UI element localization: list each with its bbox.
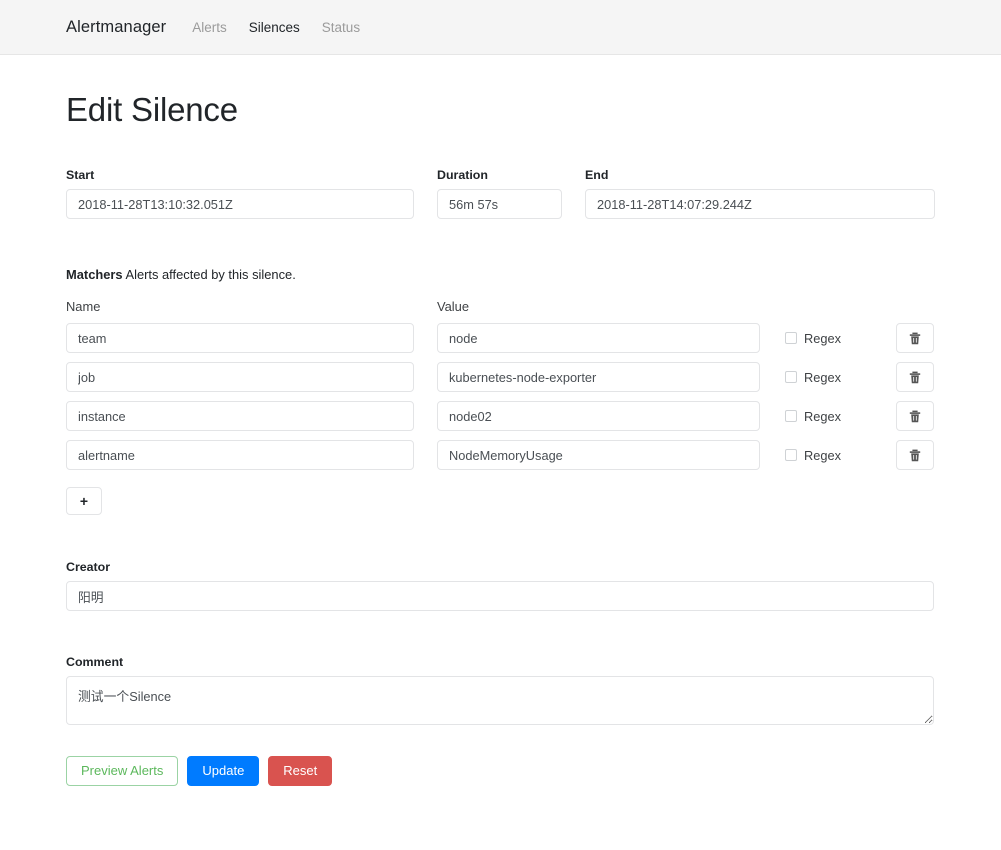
regex-checkbox[interactable]: [785, 332, 797, 344]
matcher-name-cell: [66, 401, 414, 431]
matcher-name-cell: [66, 323, 414, 353]
matcher-row: Regex: [66, 362, 935, 392]
regex-checkbox[interactable]: [785, 449, 797, 461]
trash-icon: [909, 371, 921, 383]
time-fields-row: Start Duration End: [66, 168, 935, 219]
column-header-value: Value: [437, 299, 470, 314]
end-label: End: [585, 168, 609, 182]
delete-matcher-button[interactable]: [896, 323, 934, 353]
trash-icon: [909, 449, 921, 461]
matcher-row: Regex: [66, 401, 935, 431]
trash-icon: [909, 410, 921, 422]
creator-field-group: Creator: [66, 560, 935, 611]
matcher-value-cell: [437, 440, 760, 470]
matchers-column-headers: Name Value: [66, 299, 935, 314]
comment-field-group: Comment 测试一个Silence: [66, 655, 935, 725]
matcher-row: Regex: [66, 440, 935, 470]
regex-checkbox[interactable]: [785, 410, 797, 422]
brand-title[interactable]: Alertmanager: [66, 18, 166, 37]
regex-label: Regex: [804, 447, 841, 463]
regex-toggle: Regex: [785, 409, 877, 424]
matcher-name-cell: [66, 362, 414, 392]
duration-label: Duration: [437, 168, 488, 182]
matchers-heading: Matchers Alerts affected by this silence…: [66, 267, 935, 282]
matcher-row: Regex: [66, 323, 935, 353]
start-field-group: Start: [66, 168, 414, 219]
end-field-group: End: [585, 168, 935, 219]
duration-input[interactable]: [437, 189, 562, 219]
matcher-name-input[interactable]: [66, 401, 414, 431]
regex-checkbox[interactable]: [785, 371, 797, 383]
regex-toggle: Regex: [785, 448, 877, 463]
delete-matcher-button[interactable]: [896, 401, 934, 431]
nav-link-silences[interactable]: Silences: [249, 20, 300, 35]
nav-link-status[interactable]: Status: [322, 20, 360, 35]
matcher-name-cell: [66, 440, 414, 470]
matcher-name-input[interactable]: [66, 440, 414, 470]
add-matcher-button[interactable]: +: [66, 487, 102, 515]
page-content: Edit Silence Start Duration End Matchers…: [0, 91, 1001, 786]
trash-icon: [909, 332, 921, 344]
matcher-value-input[interactable]: [437, 362, 760, 392]
creator-input[interactable]: [66, 581, 934, 611]
regex-toggle: Regex: [785, 370, 877, 385]
plus-icon: +: [79, 493, 89, 509]
nav-links: Alerts Silences Status: [192, 20, 360, 35]
regex-toggle: Regex: [785, 331, 877, 346]
preview-alerts-button[interactable]: Preview Alerts: [66, 756, 179, 786]
delete-matcher-button[interactable]: [896, 440, 934, 470]
matchers-title: Matchers: [66, 267, 123, 282]
reset-button[interactable]: Reset: [268, 756, 333, 786]
column-header-name: Name: [66, 299, 101, 314]
delete-matcher-button[interactable]: [896, 362, 934, 392]
update-button[interactable]: Update: [187, 756, 260, 786]
end-input[interactable]: [585, 189, 935, 219]
creator-label: Creator: [66, 560, 111, 574]
matcher-value-input[interactable]: [437, 401, 760, 431]
comment-textarea[interactable]: 测试一个Silence: [66, 676, 934, 725]
regex-label: Regex: [804, 330, 841, 346]
matcher-value-cell: [437, 323, 760, 353]
start-label: Start: [66, 168, 95, 182]
navbar: Alertmanager Alerts Silences Status: [0, 0, 1001, 55]
matchers-description: Alerts affected by this silence.: [125, 267, 296, 282]
nav-link-alerts[interactable]: Alerts: [192, 20, 227, 35]
matcher-value-input[interactable]: [437, 440, 760, 470]
matcher-value-cell: [437, 401, 760, 431]
matcher-value-input[interactable]: [437, 323, 760, 353]
start-input[interactable]: [66, 189, 414, 219]
comment-label: Comment: [66, 655, 124, 669]
regex-label: Regex: [804, 408, 841, 424]
matcher-name-input[interactable]: [66, 323, 414, 353]
matcher-value-cell: [437, 362, 760, 392]
page-title: Edit Silence: [66, 91, 238, 128]
duration-field-group: Duration: [437, 168, 562, 219]
regex-label: Regex: [804, 369, 841, 385]
form-actions: Preview Alerts Update Reset: [66, 756, 935, 786]
matcher-name-input[interactable]: [66, 362, 414, 392]
